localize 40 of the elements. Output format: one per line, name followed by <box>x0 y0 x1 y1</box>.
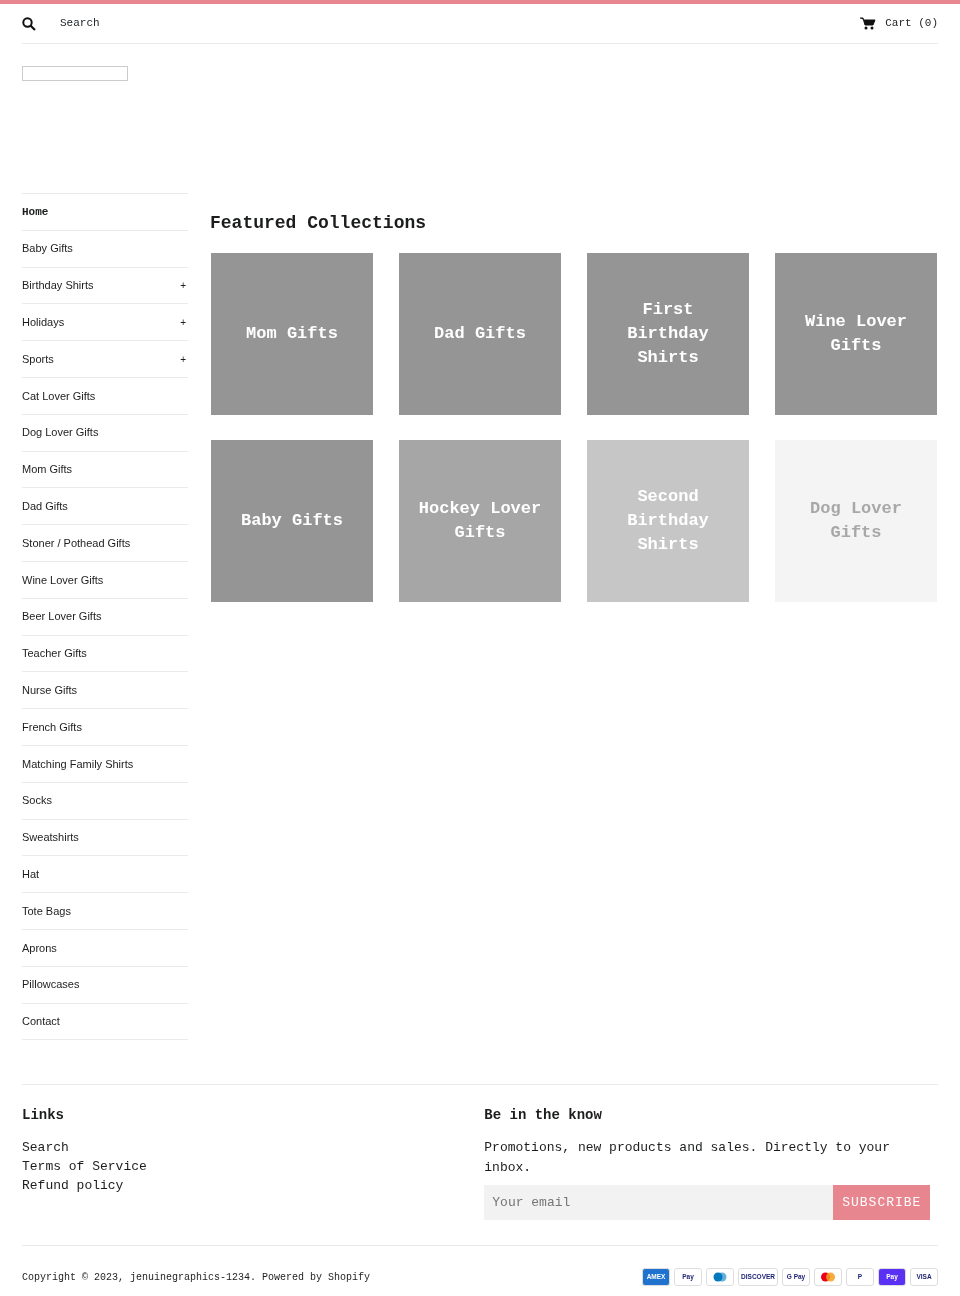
sidebar-link[interactable]: Dog Lover Gifts <box>22 424 99 441</box>
logo-placeholder[interactable] <box>22 66 128 81</box>
sidebar-link[interactable]: Pillowcases <box>22 976 80 993</box>
email-field[interactable]: Your email <box>484 1185 834 1221</box>
sidebar-link[interactable]: Socks <box>22 792 52 809</box>
expand-toggle[interactable]: + <box>180 278 186 293</box>
footer-heading: Links <box>22 1107 65 1125</box>
sidebar-link[interactable]: Sweatshirts <box>22 829 79 846</box>
sidebar-link[interactable]: Mom Gifts <box>22 461 73 478</box>
search-icon <box>22 16 36 31</box>
sidebar-link[interactable]: Baby Gifts <box>22 240 73 257</box>
sidebar-link[interactable]: Teacher Gifts <box>22 645 87 662</box>
sidebar-link[interactable]: Nurse Gifts <box>22 682 77 699</box>
search-link[interactable]: Search <box>22 15 100 32</box>
cart-icon <box>860 17 877 30</box>
section-title: Featured Collections <box>210 213 428 235</box>
newsletter-text: Promotions, new products and sales. Directly to your inbox. <box>484 1139 891 1177</box>
sidebar-link[interactable]: Hat <box>22 866 40 883</box>
footer-link[interactable]: Search <box>22 1138 485 1158</box>
sidebar-link[interactable]: Dad Gifts <box>22 498 68 515</box>
expand-toggle[interactable]: + <box>180 314 186 330</box>
footer-heading: Be in the know <box>484 1107 603 1125</box>
sidebar-link[interactable]: Sports <box>22 350 54 368</box>
expand-toggle[interactable]: + <box>180 351 186 367</box>
sidebar-link[interactable]: Tote Bags <box>22 902 71 920</box>
cart-link[interactable]: Cart (0) <box>860 15 938 32</box>
sidebar-link[interactable]: Contact <box>22 1013 60 1030</box>
sidebar-link[interactable]: Holidays <box>22 314 65 331</box>
sidebar-link[interactable]: Aprons <box>22 939 57 957</box>
sidebar-link[interactable]: Home <box>22 203 49 221</box>
sidebar-link[interactable]: Cat Lover Gifts <box>22 387 96 405</box>
footer-link[interactable]: Refund policy <box>22 1176 485 1196</box>
sidebar-link[interactable]: Stoner / Pothead Gifts <box>22 534 131 552</box>
copyright-text: Copyright © 2023, jenuinegraphics-1234. Powered by Shopify <box>22 1270 371 1285</box>
sidebar-link[interactable]: Beer Lover Gifts <box>22 608 102 625</box>
sidebar-link[interactable]: Birthday Shirts <box>22 277 94 294</box>
footer-link[interactable]: Terms of Service <box>22 1157 485 1177</box>
sidebar-link[interactable]: Wine Lover Gifts <box>22 571 104 589</box>
sidebar-link[interactable]: Matching Family Shirts <box>22 755 134 773</box>
sidebar-link[interactable]: French Gifts <box>22 718 82 736</box>
